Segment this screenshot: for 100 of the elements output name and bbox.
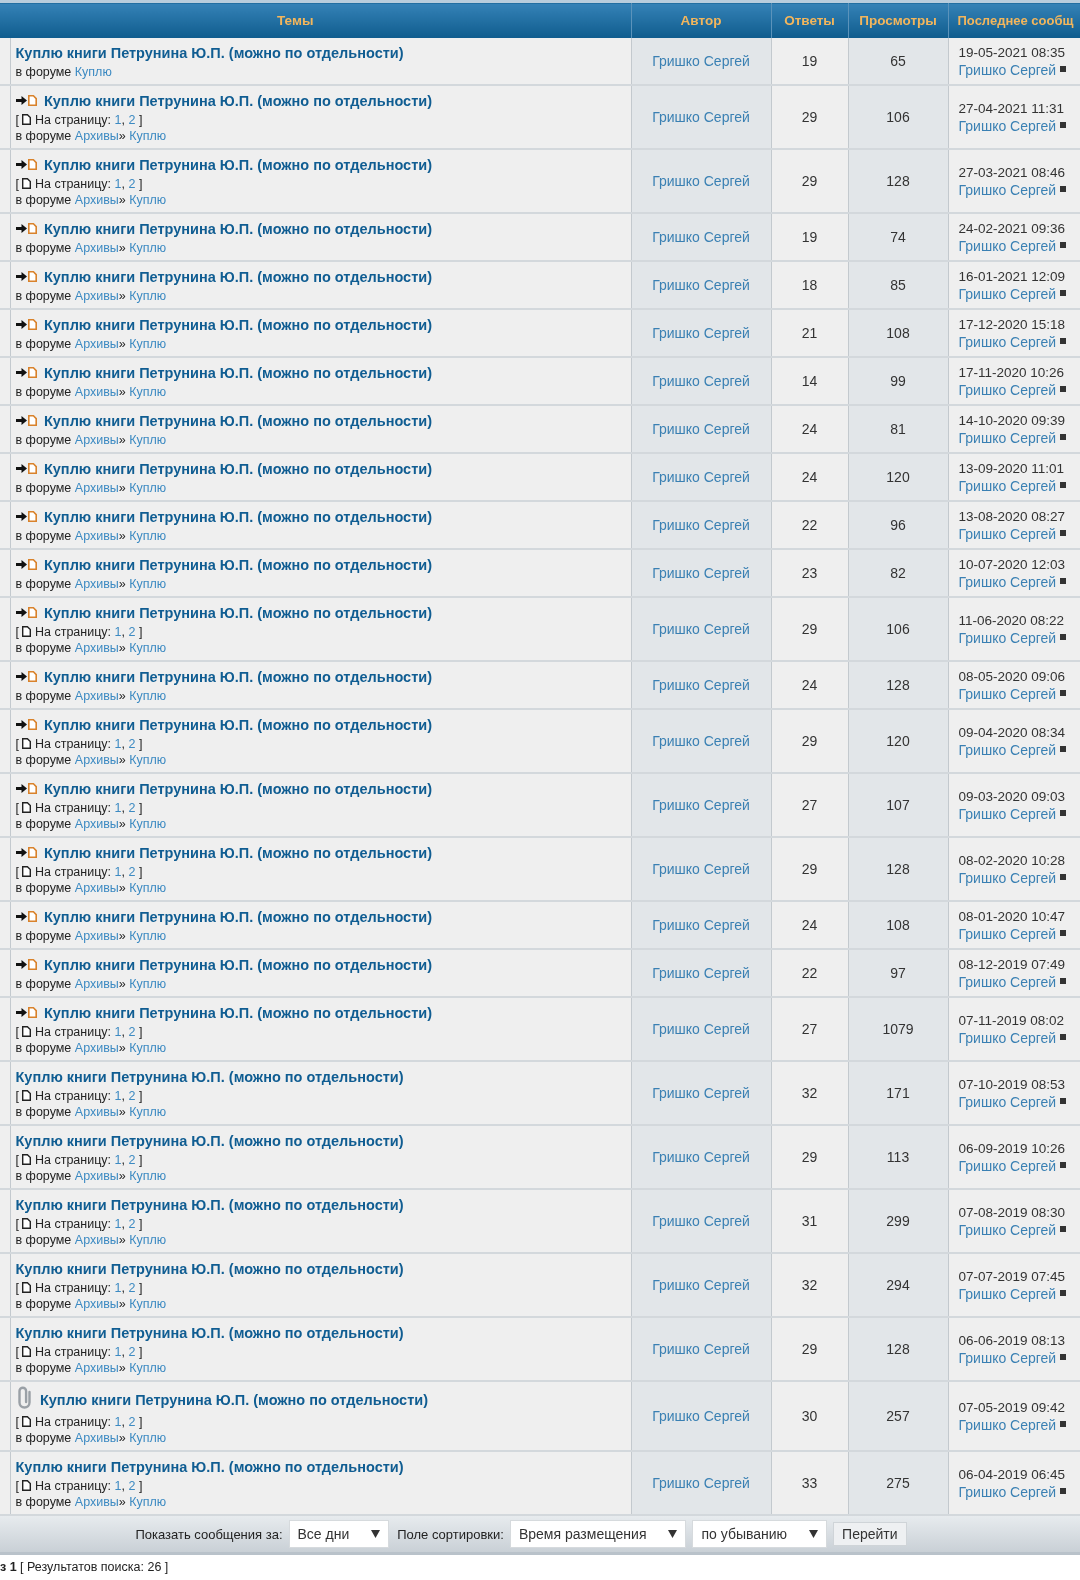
latest-post-icon[interactable] <box>1060 1488 1067 1495</box>
latest-post-icon[interactable] <box>1060 1290 1067 1297</box>
latest-post-icon[interactable] <box>1060 338 1067 345</box>
author-link[interactable]: Гришко Сергей <box>652 173 750 189</box>
page-link[interactable]: 2 <box>128 1153 136 1167</box>
forum-link[interactable]: Архивы <box>74 577 119 591</box>
page-link[interactable]: 2 <box>128 1217 136 1231</box>
latest-post-icon[interactable] <box>1060 66 1067 73</box>
topic-title-link[interactable]: Куплю книги Петрунина Ю.П. (можно по отдельности) <box>43 605 432 621</box>
forum-link[interactable]: Архивы <box>74 481 119 495</box>
forum-link[interactable]: Куплю <box>129 129 167 143</box>
author-link[interactable]: Гришко Сергей <box>652 421 750 437</box>
author-link[interactable]: Гришко Сергей <box>652 229 750 245</box>
author-link[interactable]: Гришко Сергей <box>652 917 750 933</box>
latest-post-icon[interactable] <box>1060 634 1067 641</box>
forum-link[interactable]: Архивы <box>74 1233 119 1247</box>
latest-post-icon[interactable] <box>1060 874 1067 881</box>
forum-link[interactable]: Куплю <box>129 337 167 351</box>
page-link[interactable]: 1 <box>114 177 122 191</box>
latest-post-icon[interactable] <box>1060 530 1067 537</box>
topic-title-link[interactable]: Куплю книги Петрунина Ю.П. (можно по отдельности) <box>43 845 432 861</box>
forum-link[interactable]: Куплю <box>129 241 167 255</box>
latest-post-icon[interactable] <box>1060 1162 1067 1169</box>
page-link[interactable]: 2 <box>128 113 136 127</box>
forum-link[interactable]: Архивы <box>74 641 119 655</box>
latest-post-icon[interactable] <box>1060 1421 1067 1428</box>
forum-link[interactable]: Куплю <box>129 289 167 303</box>
latest-post-icon[interactable] <box>1060 1098 1067 1105</box>
page-link[interactable]: 1 <box>114 1025 122 1039</box>
last-post-author-link[interactable]: Гришко Сергей <box>958 869 1057 886</box>
last-post-author-link[interactable]: Гришко Сергей <box>958 1221 1057 1238</box>
latest-post-icon[interactable] <box>1060 578 1067 585</box>
topic-title-link[interactable]: Куплю книги Петрунина Ю.П. (можно по отдельности) <box>43 509 432 525</box>
forum-link[interactable]: Архивы <box>74 1431 119 1445</box>
forum-link[interactable]: Архивы <box>74 689 119 703</box>
author-link[interactable]: Гришко Сергей <box>652 373 750 389</box>
topic-title-link[interactable]: Куплю книги Петрунина Ю.П. (можно по отдельности) <box>15 1261 404 1277</box>
forum-link[interactable]: Архивы <box>74 881 119 895</box>
author-link[interactable]: Гришко Сергей <box>652 1277 750 1293</box>
page-link[interactable]: 2 <box>128 1345 136 1359</box>
last-post-author-link[interactable]: Гришко Сергей <box>958 1029 1057 1046</box>
topic-title-link[interactable]: Куплю книги Петрунина Ю.П. (можно по отдельности) <box>43 413 432 429</box>
forum-link[interactable]: Куплю <box>74 65 112 79</box>
forum-link[interactable]: Архивы <box>74 1105 119 1119</box>
forum-link[interactable]: Куплю <box>129 433 167 447</box>
topic-title-link[interactable]: Куплю книги Петрунина Ю.П. (можно по отдельности) <box>43 909 432 925</box>
page-link[interactable]: 1 <box>114 1089 122 1103</box>
latest-post-icon[interactable] <box>1060 482 1067 489</box>
topic-title-link[interactable]: Куплю книги Петрунина Ю.П. (можно по отдельности) <box>43 93 432 109</box>
author-link[interactable]: Гришко Сергей <box>652 469 750 485</box>
topic-title-link[interactable]: Куплю книги Петрунина Ю.П. (можно по отдельности) <box>15 1325 404 1341</box>
forum-link[interactable]: Куплю <box>129 881 167 895</box>
page-link[interactable]: 1 <box>114 1153 122 1167</box>
last-post-author-link[interactable]: Гришко Сергей <box>958 181 1057 198</box>
last-post-author-link[interactable]: Гришко Сергей <box>958 1483 1057 1500</box>
author-link[interactable]: Гришко Сергей <box>652 565 750 581</box>
forum-link[interactable]: Куплю <box>129 385 167 399</box>
forum-link[interactable]: Куплю <box>129 1105 167 1119</box>
latest-post-icon[interactable] <box>1060 1354 1067 1361</box>
author-link[interactable]: Гришко Сергей <box>652 53 750 69</box>
author-link[interactable]: Гришко Сергей <box>652 1021 750 1037</box>
forum-link[interactable]: Куплю <box>129 977 167 991</box>
page-link[interactable]: 2 <box>128 625 136 639</box>
forum-link[interactable]: Архивы <box>74 193 119 207</box>
forum-link[interactable]: Куплю <box>129 481 167 495</box>
forum-link[interactable]: Архивы <box>74 753 119 767</box>
last-post-author-link[interactable]: Гришко Сергей <box>958 61 1057 78</box>
forum-link[interactable]: Куплю <box>129 193 167 207</box>
author-link[interactable]: Гришко Сергей <box>652 677 750 693</box>
topic-title-link[interactable]: Куплю книги Петрунина Ю.П. (можно по отдельности) <box>43 957 432 973</box>
last-post-author-link[interactable]: Гришко Сергей <box>958 117 1057 134</box>
forum-link[interactable]: Куплю <box>129 689 167 703</box>
author-link[interactable]: Гришко Сергей <box>652 733 750 749</box>
topic-title-link[interactable]: Куплю книги Петрунина Ю.П. (можно по отдельности) <box>43 221 432 237</box>
topic-title-link[interactable]: Куплю книги Петрунина Ю.П. (можно по отдельности) <box>43 1005 432 1021</box>
last-post-author-link[interactable]: Гришко Сергей <box>958 381 1057 398</box>
author-link[interactable]: Гришко Сергей <box>652 109 750 125</box>
page-link[interactable]: 2 <box>128 865 136 879</box>
forum-link[interactable]: Архивы <box>74 1297 119 1311</box>
latest-post-icon[interactable] <box>1060 434 1067 441</box>
latest-post-icon[interactable] <box>1060 122 1067 129</box>
forum-link[interactable]: Куплю <box>129 641 167 655</box>
topic-title-link[interactable]: Куплю книги Петрунина Ю.П. (можно по отдельности) <box>43 269 432 285</box>
forum-link[interactable]: Куплю <box>129 753 167 767</box>
author-link[interactable]: Гришко Сергей <box>652 1149 750 1165</box>
last-post-author-link[interactable]: Гришко Сергей <box>958 573 1057 590</box>
forum-link[interactable]: Архивы <box>74 1041 119 1055</box>
author-link[interactable]: Гришко Сергей <box>652 1213 750 1229</box>
last-post-author-link[interactable]: Гришко Сергей <box>958 1285 1057 1302</box>
author-link[interactable]: Гришко Сергей <box>652 1408 750 1424</box>
last-post-author-link[interactable]: Гришко Сергей <box>958 285 1057 302</box>
page-link[interactable]: 1 <box>114 865 122 879</box>
topic-title-link[interactable]: Куплю книги Петрунина Ю.П. (можно по отдельности) <box>39 1392 428 1408</box>
latest-post-icon[interactable] <box>1060 186 1067 193</box>
latest-post-icon[interactable] <box>1060 690 1067 697</box>
page-link[interactable]: 1 <box>114 1217 122 1231</box>
last-post-author-link[interactable]: Гришко Сергей <box>958 333 1057 350</box>
page-link[interactable]: 1 <box>114 737 122 751</box>
last-post-author-link[interactable]: Гришко Сергей <box>958 685 1057 702</box>
forum-link[interactable]: Архивы <box>74 1169 119 1183</box>
